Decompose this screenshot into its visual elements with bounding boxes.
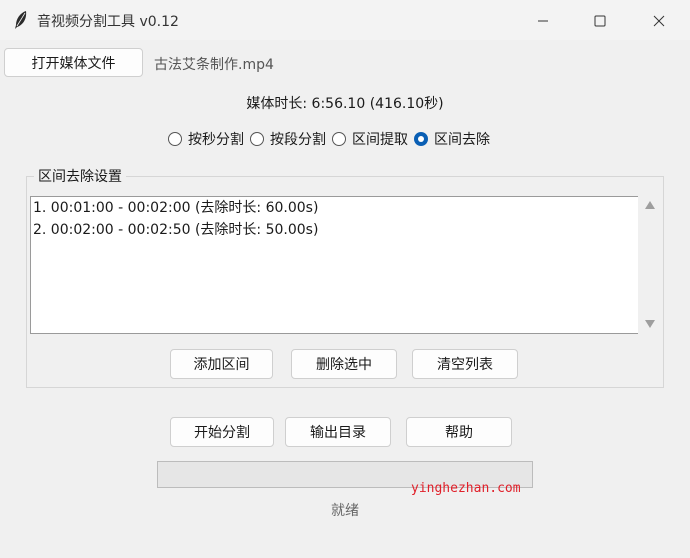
help-button[interactable]: 帮助 xyxy=(406,417,512,447)
list-item[interactable]: 2. 00:02:00 - 00:02:50 (去除时长: 50.00s) xyxy=(31,219,638,241)
range-listbox[interactable]: 1. 00:01:00 - 00:02:00 (去除时长: 60.00s) 2.… xyxy=(30,196,638,334)
maximize-icon xyxy=(594,15,606,27)
close-button[interactable] xyxy=(636,6,682,36)
mode-label: 区间去除 xyxy=(434,132,490,148)
start-split-button[interactable]: 开始分割 xyxy=(170,417,274,447)
mode-option-split-seconds[interactable]: 按秒分割 xyxy=(168,129,244,149)
add-range-button[interactable]: 添加区间 xyxy=(170,349,273,379)
title-bar: 音视频分割工具 v0.12 xyxy=(0,0,690,40)
radio-button[interactable] xyxy=(332,132,346,146)
mode-label: 区间提取 xyxy=(352,132,408,148)
open-media-button[interactable]: 打开媒体文件 xyxy=(4,48,143,77)
status-label: 就绪 xyxy=(331,503,359,519)
scroll-down-icon[interactable] xyxy=(645,320,655,328)
minimize-icon xyxy=(538,20,548,22)
filename-label: 古法艾条制作.mp4 xyxy=(154,57,274,73)
radio-button[interactable] xyxy=(168,132,182,146)
window-title: 音视频分割工具 v0.12 xyxy=(37,14,179,30)
minimize-button[interactable] xyxy=(520,6,566,36)
media-duration: 媒体时长: 6:56.10 (416.10秒) xyxy=(246,96,444,112)
group-label: 区间去除设置 xyxy=(34,166,126,186)
scroll-up-icon[interactable] xyxy=(645,201,655,209)
mode-option-remove-range[interactable]: 区间去除 xyxy=(414,129,490,149)
output-dir-button[interactable]: 输出目录 xyxy=(285,417,391,447)
close-icon xyxy=(653,15,665,27)
mode-option-split-segments[interactable]: 按段分割 xyxy=(250,129,326,149)
listbox-scrollbar[interactable] xyxy=(640,196,660,334)
mode-label: 按秒分割 xyxy=(188,132,244,148)
feather-icon xyxy=(12,10,30,30)
mode-label: 按段分割 xyxy=(270,132,326,148)
radio-button-selected[interactable] xyxy=(414,132,428,146)
mode-option-extract-range[interactable]: 区间提取 xyxy=(332,129,408,149)
radio-button[interactable] xyxy=(250,132,264,146)
list-item[interactable]: 1. 00:01:00 - 00:02:00 (去除时长: 60.00s) xyxy=(31,197,638,219)
clear-list-button[interactable]: 清空列表 xyxy=(412,349,518,379)
maximize-button[interactable] xyxy=(577,6,623,36)
mode-radio-group: 按秒分割 按段分割 区间提取 区间去除 xyxy=(168,129,496,149)
watermark: yinghezhan.com xyxy=(411,481,521,496)
delete-selected-button[interactable]: 删除选中 xyxy=(291,349,397,379)
